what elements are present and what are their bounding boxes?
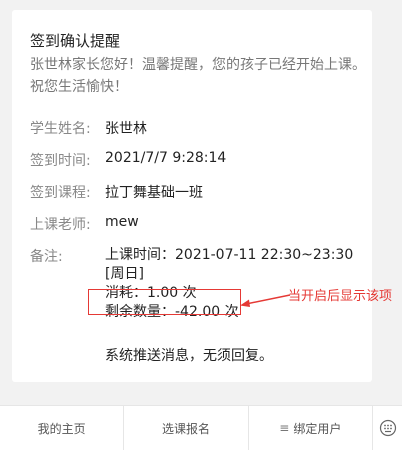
class-time-text: 上课时间：2021-07-11 22:30~23:30 [周日] (105, 247, 354, 282)
annotation-arrow-icon (240, 294, 291, 307)
checkin-course-value: 拉丁舞基础一班 (105, 185, 203, 201)
nav-item-course-signup-label: 选课报名 (161, 421, 210, 436)
student-name-label: 学生姓名: (30, 121, 91, 137)
annotation-text: 当开启后显示该项 (288, 289, 393, 304)
teacher-label: 上课老师: (30, 217, 91, 233)
menu-icon: ≡ (279, 421, 290, 435)
keyboard-icon (379, 419, 396, 437)
keyboard-toggle-button[interactable] (372, 405, 402, 450)
teacher-value: mew (105, 214, 139, 230)
checkin-time-label: 签到时间: (30, 153, 91, 169)
nav-item-course-signup[interactable]: 选课报名 (124, 406, 249, 450)
remaining-highlight-box (88, 289, 241, 315)
bottom-nav: 我的主页 选课报名 ≡ 绑定用户 (0, 405, 372, 450)
checkin-reminder-card: 签到确认提醒 张世林家长您好！温馨提醒，您的孩子已经开始上课。祝您生活愉快！ 学… (12, 10, 372, 382)
card-title: 签到确认提醒 (30, 32, 121, 50)
student-name-value: 张世林 (105, 121, 147, 137)
card-intro: 张世林家长您好！温馨提醒，您的孩子已经开始上课。祝您生活愉快！ (30, 57, 366, 95)
nav-item-home[interactable]: 我的主页 (0, 406, 125, 450)
remark-label: 备注: (30, 249, 63, 265)
push-notice-text: 系统推送消息，无须回复。 (105, 348, 273, 364)
nav-item-bind-user-label: 绑定用户 (293, 421, 342, 436)
nav-item-home-label: 我的主页 (37, 421, 86, 436)
checkin-time-value: 2021/7/7 9:28:14 (105, 150, 227, 166)
nav-item-bind-user[interactable]: ≡ 绑定用户 (249, 406, 372, 450)
checkin-course-label: 签到课程: (30, 185, 91, 201)
